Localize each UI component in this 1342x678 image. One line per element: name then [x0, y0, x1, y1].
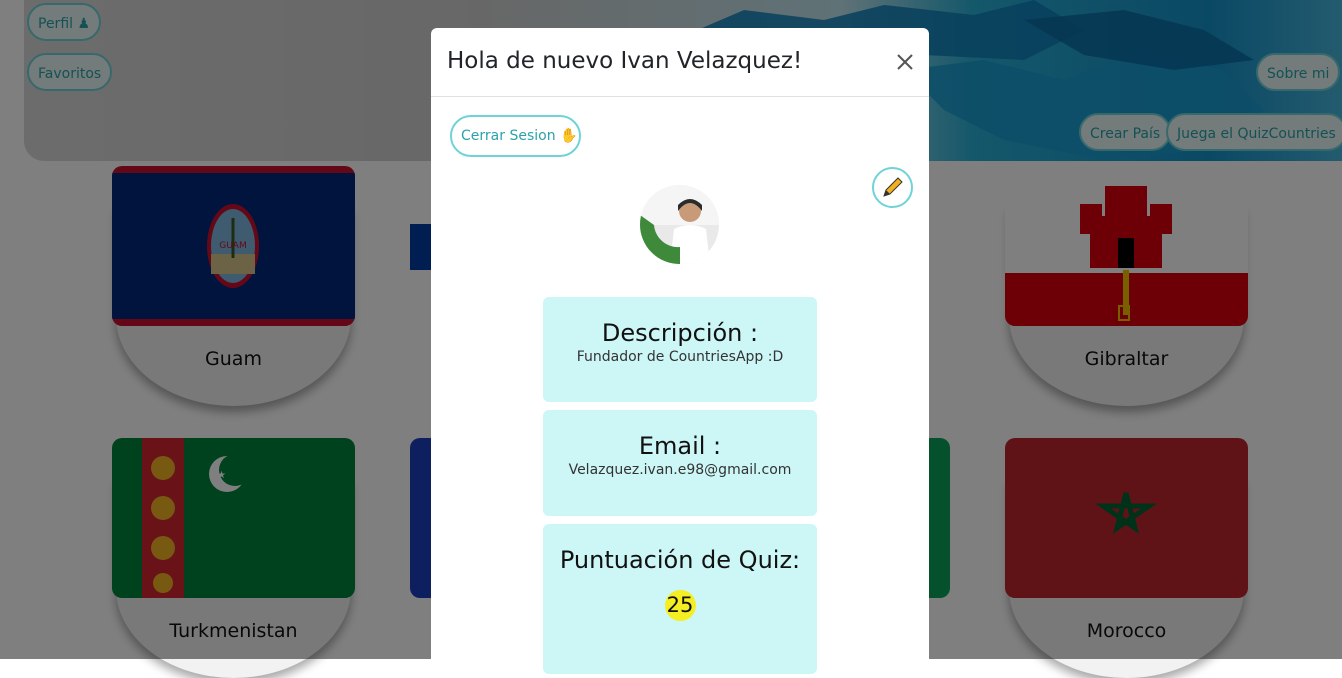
quiz-score-box: Puntuación de Quiz: 25 — [543, 524, 817, 674]
email-value: Velazquez.ivan.e98@gmail.com — [568, 462, 792, 478]
pencil-icon — [883, 177, 903, 197]
avatar — [640, 185, 719, 264]
logout-label: Cerrar Sesion — [461, 128, 556, 144]
close-button[interactable] — [891, 48, 919, 76]
email-title: Email : — [638, 432, 722, 460]
close-icon — [897, 54, 913, 70]
modal-header: Hola de nuevo Ivan Velazquez! — [431, 28, 929, 97]
logout-button[interactable]: Cerrar Sesion ✋ — [450, 115, 581, 157]
profile-modal: Hola de nuevo Ivan Velazquez! Cerrar Ses… — [431, 28, 929, 674]
description-box: Descripción : Fundador de CountriesApp :… — [543, 297, 817, 402]
edit-profile-button[interactable] — [872, 167, 913, 208]
description-value: Fundador de CountriesApp :D — [576, 349, 784, 365]
quiz-score-badge: 25 — [664, 590, 696, 621]
waving-hand-icon: ✋ — [560, 128, 578, 144]
email-box: Email : Velazquez.ivan.e98@gmail.com — [543, 410, 817, 516]
quiz-score-title: Puntuación de Quiz: — [559, 546, 801, 574]
modal-title: Hola de nuevo Ivan Velazquez! — [447, 48, 803, 74]
description-title: Descripción : — [601, 319, 759, 347]
